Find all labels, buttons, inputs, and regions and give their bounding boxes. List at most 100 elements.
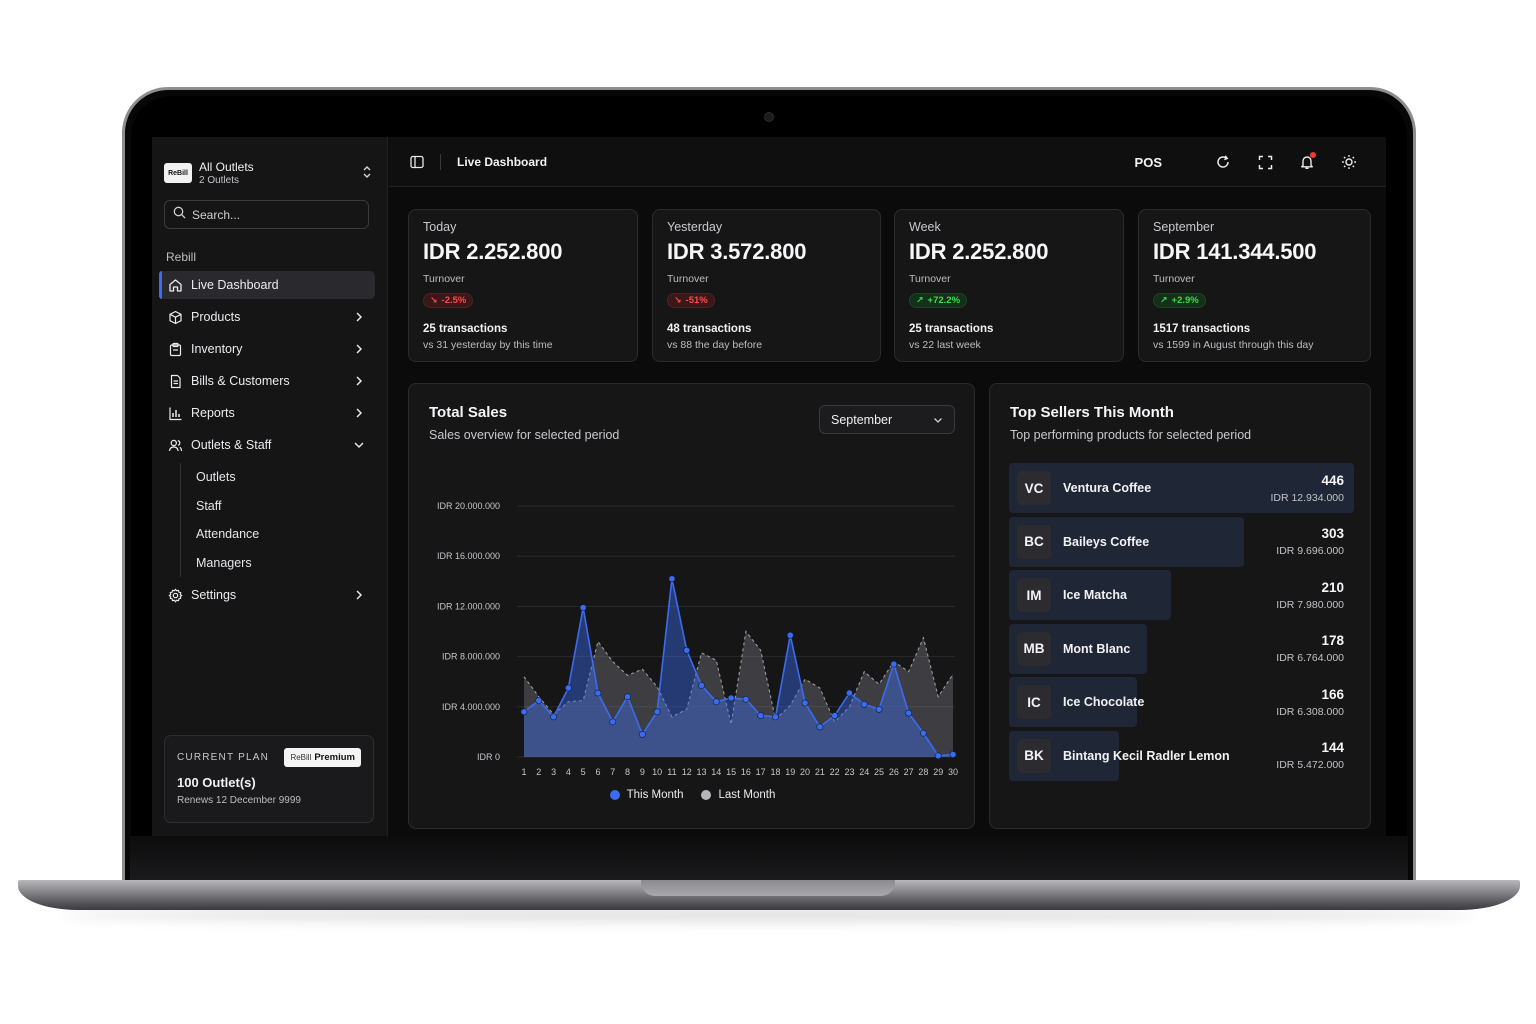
page-title: Live Dashboard	[457, 154, 548, 169]
sidebar: ReBill All Outlets 2 Outlets Rebill Live…	[152, 137, 388, 836]
x-tick-label: 14	[711, 767, 721, 777]
data-point-this-month[interactable]	[712, 698, 720, 706]
product-revenue: IDR 7.980.000	[1276, 598, 1344, 611]
data-point-this-month[interactable]	[564, 684, 572, 692]
data-point-this-month[interactable]	[801, 699, 809, 707]
sidebar-item-bills-customers[interactable]: Bills & Customers	[159, 367, 375, 395]
x-tick-label: 8	[625, 767, 630, 777]
data-point-this-month[interactable]	[890, 660, 898, 668]
submenu-item-attendance[interactable]: Attendance	[181, 520, 375, 549]
plan-badge[interactable]: ReBill Premium	[284, 748, 361, 767]
data-point-this-month[interactable]	[742, 695, 750, 703]
seller-row[interactable]: VC Ventura Coffee 446 IDR 12.934.000	[1009, 463, 1354, 513]
top-sellers-card: Top Sellers This Month Top performing pr…	[989, 383, 1371, 829]
search-box[interactable]	[164, 200, 369, 229]
product-quantity: 166	[1321, 686, 1344, 702]
legend-label: This Month	[626, 789, 684, 801]
sidebar-toggle-icon[interactable]	[409, 154, 425, 170]
stat-card-week: Week IDR 2.252.800 Turnover ↗ +72.2% 25 t…	[894, 209, 1124, 362]
change-badge: ↗ +72.2%	[909, 293, 968, 308]
data-point-this-month[interactable]	[609, 718, 617, 726]
data-point-this-month[interactable]	[535, 697, 543, 704]
seller-row[interactable]: BK Bintang Kecil Radler Lemon 144 IDR 5.472…	[1009, 730, 1354, 781]
stat-period: September	[1153, 220, 1215, 234]
users-icon	[167, 437, 183, 453]
receipt-icon	[167, 373, 183, 389]
stat-comparison: vs 1599 in August through this day	[1153, 339, 1314, 351]
data-point-this-month[interactable]	[949, 751, 957, 758]
pos-button[interactable]: POS	[1135, 155, 1162, 170]
data-point-this-month[interactable]	[624, 693, 631, 701]
seller-row[interactable]: BC Baileys Coffee 303 IDR 9.696.000	[1009, 516, 1354, 567]
data-point-this-month[interactable]	[520, 708, 528, 716]
data-point-this-month[interactable]	[786, 631, 794, 639]
sidebar-item-outlets-staff[interactable]: Outlets & Staff	[159, 431, 375, 459]
submenu-item-managers[interactable]: Managers	[181, 549, 375, 578]
seller-row[interactable]: MB Mont Blanc 178 IDR 6.764.000	[1009, 623, 1354, 674]
data-point-this-month[interactable]	[594, 689, 602, 697]
plan-outlets: 100 Outlet(s)	[177, 775, 256, 790]
chevron-right-icon	[353, 407, 365, 419]
data-point-this-month[interactable]	[846, 689, 853, 697]
data-point-this-month[interactable]	[772, 713, 779, 721]
theme-toggle-sun-icon[interactable]	[1340, 153, 1358, 171]
submenu-item-outlets[interactable]: Outlets	[181, 463, 375, 492]
data-point-this-month[interactable]	[698, 682, 705, 689]
change-value: +72.2%	[927, 295, 961, 306]
y-tick-label: IDR 4.000.000	[442, 702, 500, 712]
legend-last-month[interactable]: Last Month	[701, 789, 775, 801]
x-tick-label: 23	[844, 767, 854, 777]
sidebar-item-settings[interactable]: Settings	[159, 581, 375, 609]
product-name: Bintang Kecil Radler Lemon	[1063, 748, 1230, 763]
seller-row[interactable]: IM Ice Matcha 210 IDR 7.980.000	[1009, 570, 1354, 621]
data-point-this-month[interactable]	[905, 709, 913, 717]
data-point-this-month[interactable]	[831, 712, 839, 719]
data-point-this-month[interactable]	[653, 708, 661, 716]
sidebar-item-products[interactable]: Products	[159, 303, 375, 331]
sidebar-item-reports[interactable]: Reports	[159, 399, 375, 427]
product-quantity: 303	[1321, 526, 1344, 542]
stat-subtitle: Turnover	[1153, 273, 1195, 285]
stat-card-yesterday: Yesterday IDR 3.572.800 Turnover ↘ -51% 4…	[652, 209, 881, 362]
sidebar-item-inventory[interactable]: Inventory	[159, 335, 375, 363]
data-point-this-month[interactable]	[550, 713, 557, 721]
sidebar-item-live-dashboard[interactable]: Live Dashboard	[159, 271, 375, 299]
fullscreen-icon[interactable]	[1256, 153, 1274, 171]
stat-period: Yesterday	[667, 220, 723, 234]
product-revenue: IDR 6.308.000	[1276, 705, 1344, 718]
product-quantity: 446	[1321, 472, 1344, 488]
data-point-this-month[interactable]	[875, 705, 883, 713]
data-point-this-month[interactable]	[860, 700, 868, 708]
refresh-icon[interactable]	[1214, 153, 1232, 171]
submenu-item-staff[interactable]: Staff	[181, 492, 375, 521]
legend-this-month[interactable]: This Month	[609, 789, 684, 801]
sidebar-item-label: Outlets & Staff	[191, 438, 272, 452]
outlet-switcher[interactable]: ReBill All Outlets 2 Outlets	[164, 157, 374, 189]
x-tick-label: 13	[697, 767, 707, 777]
chevron-right-icon	[353, 589, 365, 601]
data-point-this-month[interactable]	[757, 712, 765, 719]
product-quantity: 144	[1321, 740, 1344, 756]
trend-down-icon: ↘	[674, 295, 682, 305]
search-icon	[173, 206, 186, 224]
outlet-count: 2 Outlets	[199, 174, 240, 186]
data-point-this-month[interactable]	[579, 604, 587, 612]
data-point-this-month[interactable]	[934, 752, 942, 760]
data-point-this-month[interactable]	[638, 731, 646, 738]
outlets-staff-submenu: Outlets Staff Attendance Managers	[180, 463, 375, 577]
chevron-down-icon	[353, 439, 365, 451]
sidebar-item-label: Bills & Customers	[191, 374, 290, 388]
seller-row[interactable]: IC Ice Chocolate 166 IDR 6.308.000	[1009, 677, 1354, 728]
data-point-this-month[interactable]	[816, 723, 824, 731]
data-point-this-month[interactable]	[683, 646, 691, 654]
y-tick-label: IDR 20.000.000	[437, 501, 500, 511]
search-input[interactable]	[192, 207, 362, 222]
data-point-this-month[interactable]	[727, 694, 735, 702]
stat-card-today: Today IDR 2.252.800 Turnover ↘ -2.5% 25 t…	[408, 209, 638, 362]
data-point-this-month[interactable]	[668, 575, 676, 583]
notification-bell-icon[interactable]	[1298, 152, 1316, 171]
bar-chart-icon	[167, 405, 183, 421]
data-point-this-month[interactable]	[920, 729, 927, 737]
sidebar-item-label: Inventory	[191, 342, 243, 356]
inventory-icon	[167, 341, 183, 357]
